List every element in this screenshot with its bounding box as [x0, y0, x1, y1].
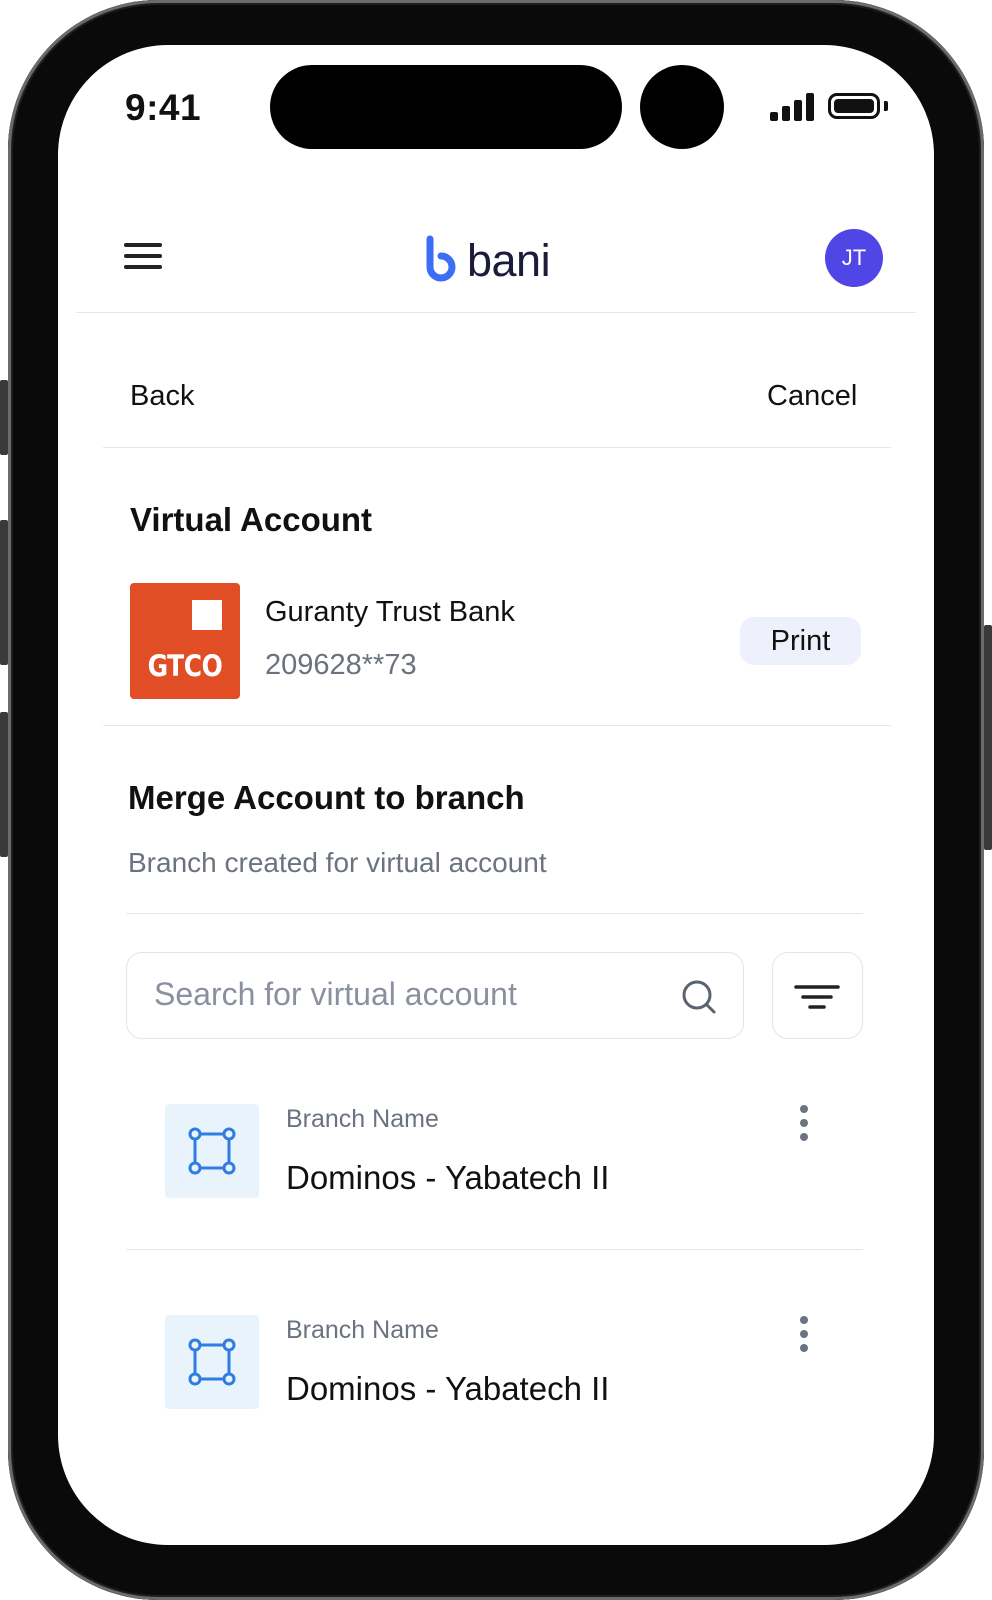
back-button[interactable]: Back — [130, 380, 194, 413]
hamburger-menu-icon[interactable] — [124, 243, 164, 273]
list-item[interactable]: Branch Name Dominos - Yabatech II — [126, 1093, 863, 1243]
merge-title: Merge Account to branch — [128, 779, 525, 816]
virtual-account-title: Virtual Account — [130, 501, 373, 538]
branch-shape-icon — [188, 1338, 236, 1386]
account-divider — [103, 725, 891, 726]
branch-label: Branch Name — [286, 1316, 439, 1344]
branch-icon-box — [165, 1315, 259, 1409]
merge-divider — [126, 913, 863, 914]
front-camera — [640, 65, 724, 149]
volume-down-button — [0, 712, 8, 857]
gtco-logo: GTCO — [130, 583, 240, 699]
branch-shape-icon — [188, 1127, 236, 1175]
search-icon — [682, 980, 716, 1014]
nav-divider — [103, 447, 891, 448]
status-time: 9:41 — [125, 87, 202, 128]
side-button — [0, 380, 8, 455]
more-options-icon[interactable] — [794, 1316, 814, 1356]
branch-label: Branch Name — [286, 1105, 439, 1133]
list-item[interactable]: Branch Name Dominos - Yabatech II — [126, 1304, 863, 1454]
bani-logo-icon — [426, 235, 456, 282]
merge-subtitle: Branch created for virtual account — [128, 847, 547, 878]
app-screen: 9:41 bani JT Back Cancel Virtual Account… — [58, 45, 934, 1545]
gtco-logo-text: GTCO — [147, 649, 223, 683]
battery-icon — [828, 93, 880, 119]
power-button — [984, 625, 992, 850]
more-options-icon[interactable] — [794, 1105, 814, 1145]
filter-button[interactable] — [772, 952, 863, 1039]
search-placeholder: Search for virtual account — [154, 976, 517, 1012]
bani-logo: bani — [423, 231, 551, 291]
logo-text: bani — [467, 235, 551, 286]
branch-icon-box — [165, 1104, 259, 1198]
cancel-button[interactable]: Cancel — [767, 380, 857, 413]
filter-icon — [794, 985, 840, 1009]
branch-name: Dominos - Yabatech II — [286, 1159, 610, 1196]
signal-icon — [770, 93, 814, 121]
branch-name: Dominos - Yabatech II — [286, 1370, 610, 1407]
dynamic-island — [270, 65, 622, 149]
list-divider — [126, 1249, 863, 1250]
search-input[interactable]: Search for virtual account — [126, 952, 744, 1039]
print-button[interactable]: Print — [740, 617, 861, 665]
account-number: 209628**73 — [265, 649, 417, 681]
volume-up-button — [0, 520, 8, 665]
header-divider — [76, 312, 916, 313]
avatar[interactable]: JT — [825, 229, 883, 287]
bank-name: Guranty Trust Bank — [265, 596, 515, 628]
battery-cap — [884, 101, 888, 111]
